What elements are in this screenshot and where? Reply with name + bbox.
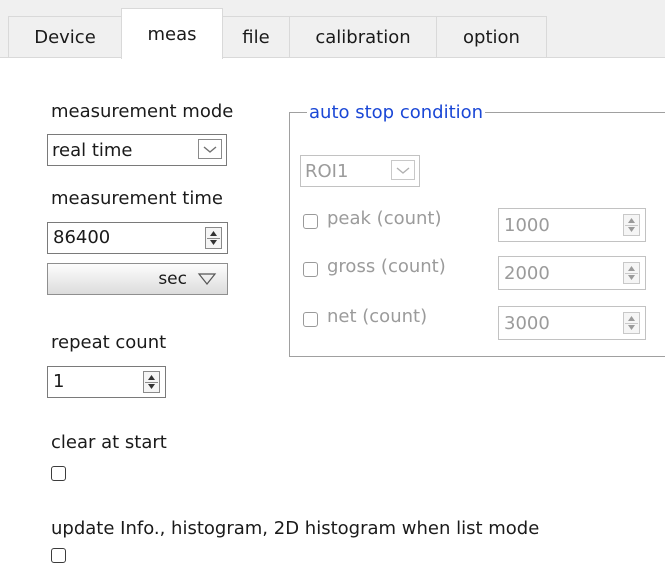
roi-value: ROI1 xyxy=(305,160,349,182)
tab-file[interactable]: file xyxy=(222,16,290,57)
peak-checkbox[interactable] xyxy=(303,214,318,229)
peak-label: peak (count) xyxy=(327,208,442,229)
spin-arrows-icon[interactable] xyxy=(623,214,640,236)
tab-label: meas xyxy=(147,23,197,45)
net-label: net (count) xyxy=(327,306,428,327)
gross-label: gross (count) xyxy=(327,256,446,277)
net-value: 3000 xyxy=(504,313,550,334)
gross-input[interactable]: 2000 xyxy=(498,256,646,290)
measurement-mode-value: real time xyxy=(52,139,133,161)
tab-option[interactable]: option xyxy=(436,16,547,57)
tab-calibration[interactable]: calibration xyxy=(289,16,437,57)
auto-stop-title: auto stop condition xyxy=(307,102,486,124)
measurement-mode-select[interactable]: real time xyxy=(47,134,227,166)
tab-label: Device xyxy=(34,26,96,48)
net-input[interactable]: 3000 xyxy=(498,306,646,340)
time-unit-label: sec xyxy=(158,269,187,289)
tab-label: file xyxy=(242,26,270,48)
gross-value: 2000 xyxy=(504,263,550,284)
repeat-count-input[interactable]: 1 xyxy=(47,366,166,398)
measurement-time-value: 86400 xyxy=(53,227,111,248)
net-checkbox[interactable] xyxy=(303,312,318,327)
chevron-down-icon xyxy=(391,160,415,180)
spin-arrows-icon[interactable] xyxy=(623,262,640,284)
chevron-down-icon xyxy=(198,139,222,159)
tab-label: calibration xyxy=(315,26,411,48)
spin-arrows-icon[interactable] xyxy=(143,371,160,393)
peak-value: 1000 xyxy=(504,215,550,236)
time-unit-button[interactable]: sec xyxy=(47,263,228,295)
update-list-mode-checkbox[interactable] xyxy=(51,548,66,563)
measurement-time-label: measurement time xyxy=(51,188,223,209)
tab-device[interactable]: Device xyxy=(8,16,122,57)
clear-at-start-checkbox[interactable] xyxy=(51,466,66,481)
clear-at-start-label: clear at start xyxy=(51,432,167,453)
update-list-mode-label: update Info., histogram, 2D histogram wh… xyxy=(51,518,540,539)
measurement-time-input[interactable]: 86400 xyxy=(47,222,228,254)
tab-label: option xyxy=(463,26,520,48)
roi-select[interactable]: ROI1 xyxy=(300,155,420,187)
spin-arrows-icon[interactable] xyxy=(623,312,640,334)
repeat-count-label: repeat count xyxy=(51,332,167,353)
measurement-mode-label: measurement mode xyxy=(51,101,234,122)
triangle-down-icon xyxy=(197,271,217,292)
tab-divider xyxy=(0,57,665,58)
repeat-count-value: 1 xyxy=(53,371,65,392)
spin-arrows-icon[interactable] xyxy=(205,227,222,249)
tab-meas[interactable]: meas xyxy=(121,8,223,59)
peak-input[interactable]: 1000 xyxy=(498,208,646,242)
gross-checkbox[interactable] xyxy=(303,262,318,277)
